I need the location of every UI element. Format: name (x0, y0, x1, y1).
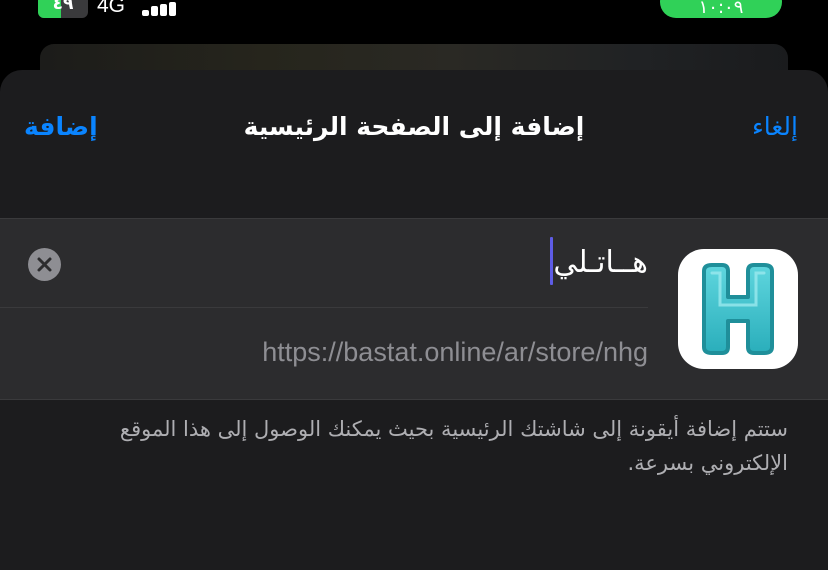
time-label: ١٠:٠٩ (698, 0, 744, 18)
network-label: 4G (97, 0, 126, 17)
battery-label: ٤٩ (52, 0, 74, 14)
name-field-row: هــاتـلي (0, 219, 648, 308)
url-field-row: https://bastat.online/ar/store/nhg (0, 308, 648, 399)
add-to-home-sheet: إلغاء إضافة إلى الصفحة الرئيسية إضافة هـ… (0, 70, 828, 570)
cancel-button[interactable]: إلغاء (752, 110, 798, 144)
url-text: https://bastat.online/ar/store/nhg (262, 337, 648, 367)
signal-icon (142, 0, 182, 18)
app-icon (678, 249, 798, 369)
h-letter-icon (702, 263, 774, 355)
status-bar: ٤٩ 4G ١٠:٠٩ (0, 0, 828, 26)
bookmark-form: هــاتـلي https://bastat.online/ar/store/… (0, 218, 828, 400)
footer-note: ستتم إضافة أيقونة إلى شاشتك الرئيسية بحي… (119, 417, 788, 475)
name-input[interactable]: هــاتـلي (553, 241, 648, 285)
clear-circle-icon[interactable] (28, 248, 61, 281)
add-button[interactable]: إضافة (24, 110, 98, 144)
battery-indicator: ٤٩ (38, 0, 88, 18)
sheet-nav-bar: إلغاء إضافة إلى الصفحة الرئيسية إضافة (0, 70, 828, 182)
sheet-title: إضافة إلى الصفحة الرئيسية (243, 112, 585, 141)
time-pill: ١٠:٠٩ (660, 0, 782, 18)
